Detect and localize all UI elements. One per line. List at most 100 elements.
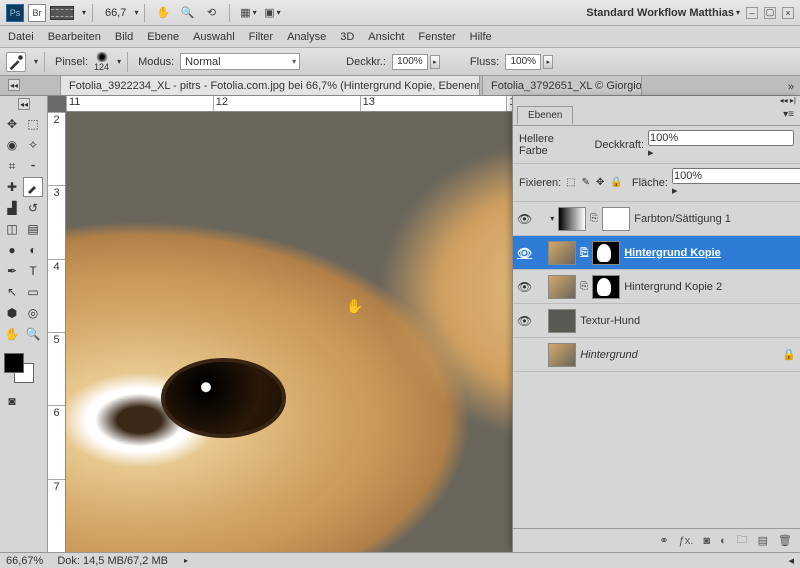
- rotate-view-icon[interactable]: ⟲: [202, 4, 220, 22]
- layer-mask-thumb[interactable]: [592, 275, 620, 299]
- menu-datei[interactable]: Datei: [8, 31, 34, 43]
- flyout-icon[interactable]: ▸: [184, 556, 188, 565]
- layer-thumb[interactable]: [548, 309, 576, 333]
- dodge-tool-icon[interactable]: ◐: [23, 240, 43, 260]
- layer-name[interactable]: Textur-Hund: [580, 315, 640, 327]
- layer-name[interactable]: Hintergrund Kopie 2: [624, 281, 722, 293]
- layer-opacity-input[interactable]: [648, 130, 794, 146]
- type-tool-icon[interactable]: T: [23, 261, 43, 281]
- path-tool-icon[interactable]: ↖: [2, 282, 22, 302]
- dropdown-icon[interactable]: ▾: [82, 8, 86, 17]
- collapse-icon[interactable]: ◂◂: [18, 98, 30, 110]
- layers-tab[interactable]: Ebenen: [517, 106, 573, 124]
- flyout-icon[interactable]: ▸: [648, 146, 794, 159]
- 3d-camera-icon[interactable]: ◎: [23, 303, 43, 323]
- layer-mask-thumb[interactable]: [592, 241, 620, 265]
- opacity-input[interactable]: [392, 54, 428, 70]
- stamp-tool-icon[interactable]: ▟: [2, 198, 22, 218]
- menu-3d[interactable]: 3D: [340, 31, 354, 43]
- gradient-tool-icon[interactable]: ▤: [23, 219, 43, 239]
- scroll-left-icon[interactable]: ◂: [788, 554, 794, 567]
- blur-tool-icon[interactable]: ●: [2, 240, 22, 260]
- brush-tool-icon[interactable]: [23, 177, 43, 197]
- menu-ansicht[interactable]: Ansicht: [368, 31, 404, 43]
- lock-position-icon[interactable]: ✥: [596, 176, 604, 190]
- tab-overflow-icon[interactable]: »: [782, 79, 800, 95]
- screen-mode-icon[interactable]: ▣▾: [263, 4, 281, 22]
- zoom-tool-icon[interactable]: 🔍: [23, 324, 43, 344]
- menu-hilfe[interactable]: Hilfe: [470, 31, 492, 43]
- layer-mask-thumb[interactable]: [602, 207, 630, 231]
- quickmask-icon[interactable]: ◙: [2, 391, 22, 411]
- arrange-docs-icon[interactable]: ▦▾: [239, 4, 257, 22]
- pen-tool-icon[interactable]: ✒: [2, 261, 22, 281]
- lock-transparent-icon[interactable]: ⬚: [566, 176, 575, 190]
- adjustment-icon[interactable]: ◐: [720, 535, 727, 547]
- zoom-tool-icon[interactable]: 🔍: [178, 4, 196, 22]
- layer-row[interactable]: 👁 ▾ ⎘ Farbton/Sättigung 1: [513, 202, 800, 236]
- flyout-icon[interactable]: ▸: [672, 184, 800, 197]
- layer-name[interactable]: Hintergrund Kopie: [624, 247, 721, 259]
- layer-name[interactable]: Hintergrund: [580, 349, 637, 361]
- dropdown-icon[interactable]: ▾: [134, 8, 138, 17]
- marquee-tool-icon[interactable]: ⬚: [23, 114, 43, 134]
- blend-mode-select[interactable]: Normal: [180, 53, 300, 70]
- flow-input[interactable]: [505, 54, 541, 70]
- fill-input[interactable]: [672, 168, 800, 184]
- blend-mode-select[interactable]: Hellere Farbe: [519, 133, 554, 157]
- menu-filter[interactable]: Filter: [249, 31, 273, 43]
- bridge-logo-icon[interactable]: Br: [28, 4, 46, 22]
- layer-row[interactable]: 👁 ⎘ Hintergrund Kopie: [513, 236, 800, 270]
- panel-menu-icon[interactable]: ▾≡: [777, 109, 800, 120]
- layer-name[interactable]: Farbton/Sättigung 1: [634, 213, 731, 225]
- zoom-level[interactable]: 66,7: [105, 7, 126, 19]
- layer-thumb[interactable]: [548, 343, 576, 367]
- heal-tool-icon[interactable]: ✚: [2, 177, 22, 197]
- visibility-icon[interactable]: 👁: [517, 212, 532, 226]
- eyedropper-tool-icon[interactable]: ⁃: [23, 156, 43, 176]
- flyout-icon[interactable]: ▸: [430, 55, 440, 69]
- layer-row[interactable]: 👁 Hintergrund 🔒: [513, 338, 800, 372]
- workspace-title[interactable]: Standard Workflow Matthias: [586, 7, 734, 19]
- flyout-icon[interactable]: ▸: [543, 55, 553, 69]
- lock-pixels-icon[interactable]: ✎: [582, 176, 590, 190]
- visibility-icon[interactable]: 👁: [517, 246, 532, 260]
- layer-thumb[interactable]: [548, 275, 576, 299]
- fg-color-swatch[interactable]: [4, 353, 24, 373]
- hand-tool-icon[interactable]: ✋: [2, 324, 22, 344]
- fx-icon[interactable]: ƒx.: [679, 535, 694, 547]
- color-swatches[interactable]: [2, 351, 42, 387]
- doc-tab-active[interactable]: Fotolia_3922234_XL - pitrs - Fotolia.com…: [60, 75, 480, 95]
- status-doc-size[interactable]: Dok: 14,5 MB/67,2 MB: [57, 555, 168, 567]
- visibility-icon[interactable]: 👁: [517, 314, 532, 328]
- menu-bearbeiten[interactable]: Bearbeiten: [48, 31, 101, 43]
- menu-analyse[interactable]: Analyse: [287, 31, 326, 43]
- hand-tool-icon[interactable]: ✋: [154, 4, 172, 22]
- ruler-vertical[interactable]: 234567: [48, 112, 66, 552]
- dropdown-icon[interactable]: ▾: [117, 57, 121, 66]
- maximize-button[interactable]: ▢: [764, 7, 776, 19]
- layer-thumb[interactable]: [548, 241, 576, 265]
- group-icon[interactable]: 🗀: [737, 531, 748, 550]
- doc-tab-inactive[interactable]: Fotolia_3792651_XL © Giorgio G: [482, 75, 642, 95]
- menu-fenster[interactable]: Fenster: [418, 31, 455, 43]
- eraser-tool-icon[interactable]: ◫: [2, 219, 22, 239]
- mask-icon[interactable]: ◙: [703, 535, 710, 547]
- visibility-icon[interactable]: 👁: [517, 280, 532, 294]
- dropdown-icon[interactable]: ▾: [34, 57, 38, 66]
- dropdown-icon[interactable]: ▾: [736, 8, 740, 17]
- link-layers-icon[interactable]: ⚭: [659, 534, 668, 547]
- new-layer-icon[interactable]: ▤: [758, 534, 768, 547]
- layer-thumb[interactable]: [558, 207, 586, 231]
- minimize-button[interactable]: –: [746, 7, 758, 19]
- menu-bild[interactable]: Bild: [115, 31, 133, 43]
- brush-size[interactable]: 124: [94, 62, 109, 72]
- layer-row[interactable]: 👁 Textur-Hund: [513, 304, 800, 338]
- wand-tool-icon[interactable]: ✧: [23, 135, 43, 155]
- layer-row[interactable]: 👁 ⎘ Hintergrund Kopie 2: [513, 270, 800, 304]
- 3d-tool-icon[interactable]: ⬢: [2, 303, 22, 323]
- collapse-icon[interactable]: ◂◂: [8, 79, 20, 91]
- move-tool-icon[interactable]: ✥: [2, 114, 22, 134]
- menu-auswahl[interactable]: Auswahl: [193, 31, 235, 43]
- history-brush-icon[interactable]: ↺: [23, 198, 43, 218]
